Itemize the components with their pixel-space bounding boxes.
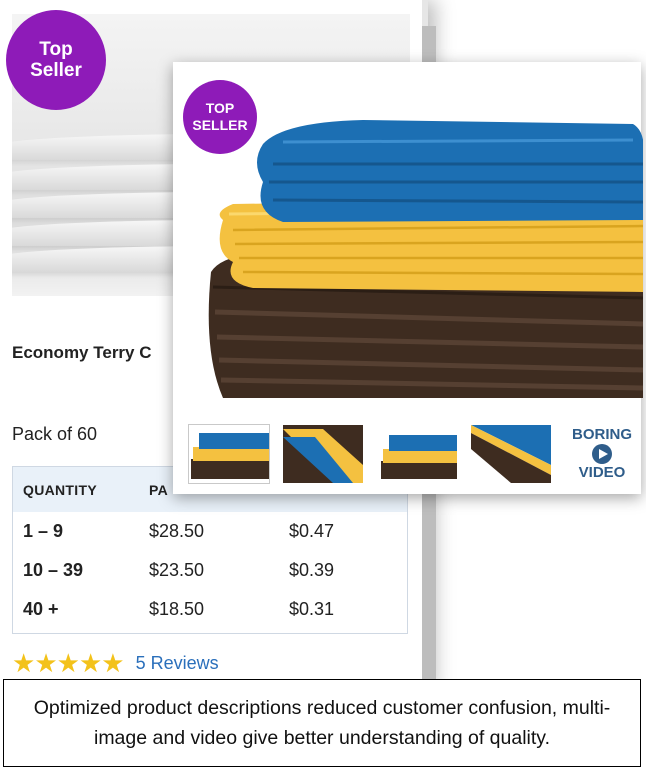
pack-price-cell: $28.50: [149, 521, 205, 541]
column-header-quantity: QUANTITY: [23, 481, 97, 498]
pack-price-cell: $23.50: [149, 560, 205, 580]
thumbnail-folded-edge[interactable]: [283, 425, 363, 483]
unit-price-cell: $0.31: [289, 599, 335, 619]
table-row: 10 – 39 $23.50 $0.39: [13, 551, 407, 590]
quantity-cell: 10 – 39: [23, 560, 84, 580]
badge-line-1: Top: [39, 39, 73, 60]
unit-price-cell: $0.39: [289, 560, 335, 580]
video-label-2: VIDEO: [578, 464, 626, 481]
product-card-microfiber: TOP SELLER BORING VIDEO: [173, 62, 643, 494]
badge-line-2: Seller: [30, 60, 82, 81]
star-icon: ★: [101, 648, 125, 678]
quantity-cell: 1 – 9: [23, 521, 64, 541]
top-seller-badge: TOP SELLER: [183, 80, 257, 154]
thumbnail-stack-2[interactable]: [377, 425, 457, 483]
badge-line-2: SELLER: [192, 117, 248, 133]
caption-box: Optimized product descriptions reduced c…: [3, 679, 641, 767]
play-icon: [592, 444, 612, 464]
rating-row: ★ ★ ★ ★ ★ 5 Reviews: [12, 650, 219, 676]
video-button[interactable]: BORING VIDEO: [565, 425, 639, 483]
star-icon: ★: [34, 648, 58, 678]
video-label-1: BORING: [572, 426, 632, 443]
badge-line-1: TOP: [205, 100, 235, 116]
product-image-microfiber-stack[interactable]: [203, 102, 643, 402]
caption-text: Optimized product descriptions reduced c…: [33, 697, 611, 749]
column-header-pack-price: PA: [149, 481, 169, 498]
pack-size-label: Pack of 60: [12, 424, 98, 444]
unit-price-cell: $0.47: [289, 521, 335, 541]
pack-price-cell: $18.50: [149, 599, 205, 619]
product-title[interactable]: Economy Terry C: [12, 343, 152, 363]
table-row: 1 – 9 $28.50 $0.47: [13, 512, 407, 551]
star-icon: ★: [56, 648, 80, 678]
star-icon: ★: [78, 648, 103, 678]
thumbnail-corner[interactable]: [471, 425, 551, 483]
thumbnail-stack-1[interactable]: [188, 424, 270, 484]
top-seller-badge: Top Seller: [6, 10, 106, 110]
reviews-link[interactable]: 5 Reviews: [136, 653, 219, 674]
thumbnail-strip: BORING VIDEO: [188, 424, 639, 484]
table-row: 40 + $18.50 $0.31: [13, 590, 407, 629]
star-icon: ★: [12, 648, 36, 678]
quantity-cell: 40 +: [23, 599, 59, 619]
